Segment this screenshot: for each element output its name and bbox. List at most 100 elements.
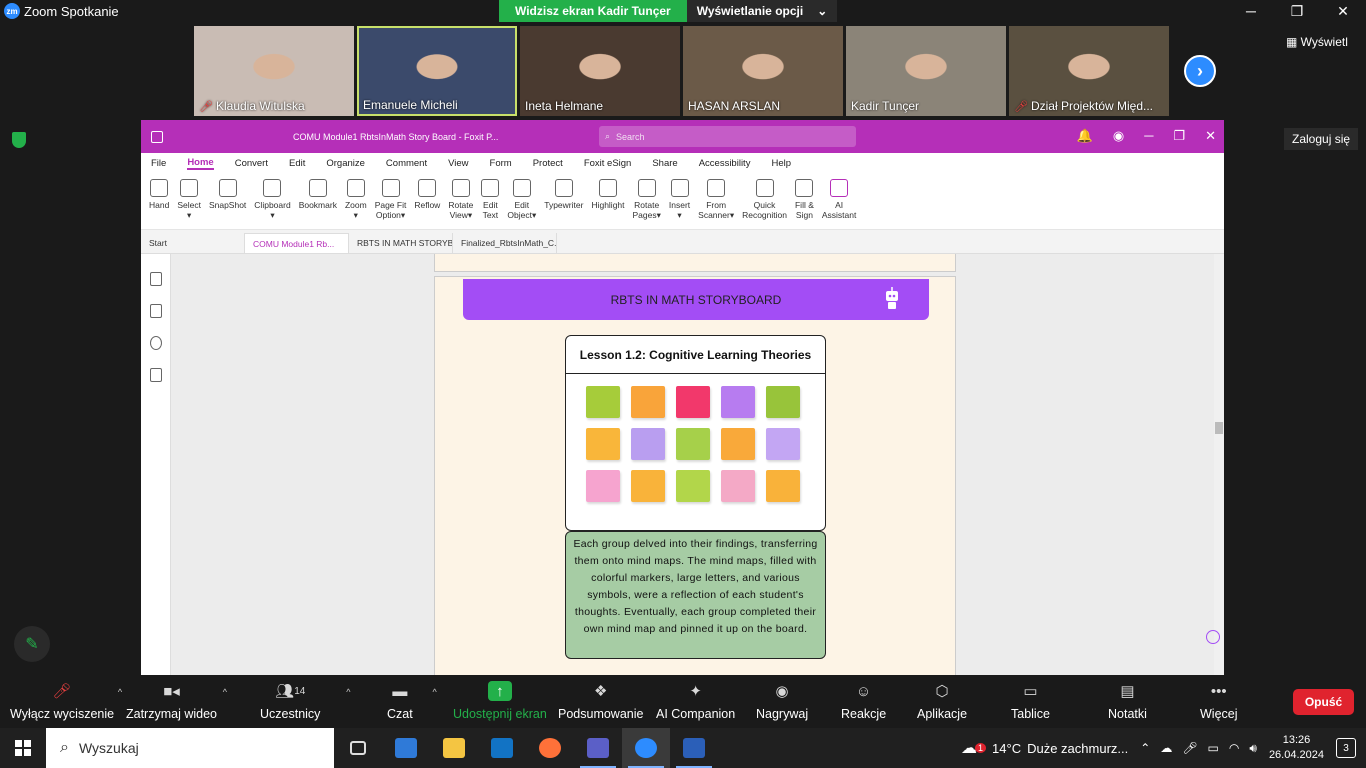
minimize-button[interactable]: ─ xyxy=(1144,128,1153,144)
tool-highlight[interactable]: Highlight xyxy=(591,173,625,210)
bell-icon[interactable]: 🔔 xyxy=(1077,128,1093,144)
document-tab[interactable]: Start xyxy=(141,233,245,253)
account-icon[interactable]: ◉ xyxy=(1113,128,1124,144)
view-options-button[interactable]: Wyświetlanie opcji ⌄ xyxy=(686,0,838,22)
weather-widget[interactable]: ☁ 1 14°C Duże zachmurz... xyxy=(961,738,1128,758)
bookmark-icon[interactable] xyxy=(150,272,162,286)
document-area[interactable]: RBTS IN MATH STORYBOARD Lesson 1.2: Cogn… xyxy=(141,254,1224,675)
unmute-button[interactable]: 🎤︎ Wyłącz wyciszenie ^ xyxy=(10,681,122,721)
tool-ai-assistant[interactable]: AI Assistant xyxy=(822,173,856,220)
ai-companion-button[interactable]: ✦ AI Companion xyxy=(656,681,735,721)
menu-item-organize[interactable]: Organize xyxy=(326,158,365,169)
menu-item-view[interactable]: View xyxy=(448,158,468,169)
stop-video-button[interactable]: ■◂ Zatrzymaj wideo ^ xyxy=(126,681,227,721)
attachment-icon[interactable] xyxy=(150,368,162,382)
caret-up-icon[interactable]: ^ xyxy=(346,687,350,697)
mic-icon[interactable]: 🎤︎ xyxy=(1182,741,1197,755)
login-button[interactable]: Zaloguj się xyxy=(1284,128,1359,150)
file-explorer-icon[interactable] xyxy=(430,728,478,768)
participant-tile[interactable]: 🎤︎ Klaudia Witulska xyxy=(194,26,354,116)
tool-from-scanner[interactable]: From Scanner▾ xyxy=(698,173,734,221)
caret-up-icon[interactable]: ^ xyxy=(223,687,227,697)
outlook-icon[interactable] xyxy=(478,728,526,768)
clock[interactable]: 13:26 26.04.2024 xyxy=(1269,733,1324,763)
task-view-icon[interactable] xyxy=(334,728,382,768)
close-button[interactable]: ✕ xyxy=(1320,0,1366,22)
tool-edit-object[interactable]: Edit Object▾ xyxy=(507,173,536,221)
tool-rotate-pages[interactable]: Rotate Pages▾ xyxy=(633,173,661,221)
annotate-pen-button[interactable]: ✎ xyxy=(14,626,50,662)
tool-bookmark[interactable]: Bookmark xyxy=(299,173,337,210)
word-icon[interactable] xyxy=(670,728,718,768)
participant-tile[interactable]: Ineta Helmane xyxy=(520,26,680,116)
close-button[interactable]: ✕ xyxy=(1205,128,1216,144)
restore-button[interactable]: ❐ xyxy=(1274,0,1320,22)
menu-item-accessibility[interactable]: Accessibility xyxy=(699,158,751,169)
store-icon[interactable] xyxy=(382,728,430,768)
shield-icon[interactable] xyxy=(12,132,26,148)
share-screen-button[interactable]: ↑ Udostępnij ekran xyxy=(453,681,547,721)
tool-snapshot[interactable]: SnapShot xyxy=(209,173,246,210)
volume-icon[interactable]: 🔊︎ xyxy=(1249,741,1257,756)
leave-button[interactable]: Opuść xyxy=(1293,689,1354,715)
search-input[interactable]: ⌕ Search xyxy=(599,126,856,147)
menu-item-edit[interactable]: Edit xyxy=(289,158,305,169)
battery-icon[interactable]: ▭ xyxy=(1208,741,1219,755)
caret-up-icon[interactable]: ^ xyxy=(432,687,436,697)
scroll-thumb[interactable] xyxy=(1215,422,1223,434)
chevron-up-icon[interactable]: ⌃ xyxy=(1140,741,1150,755)
vertical-scrollbar[interactable] xyxy=(1214,254,1224,675)
participants-button[interactable]: 👥︎ 14 Uczestnicy ^ xyxy=(260,681,350,721)
reactions-button[interactable]: ☺ Reakcje xyxy=(841,681,886,722)
tool-select[interactable]: Select ▾ xyxy=(177,173,201,221)
pages-icon[interactable] xyxy=(150,304,162,318)
participant-tile[interactable]: Emanuele Micheli xyxy=(357,26,517,116)
tool-zoom[interactable]: Zoom ▾ xyxy=(345,173,367,221)
tool-insert[interactable]: Insert ▾ xyxy=(669,173,690,221)
menu-item-foxit-esign[interactable]: Foxit eSign xyxy=(584,158,632,169)
participant-tile[interactable]: HASAN ARSLAN xyxy=(683,26,843,116)
notifications-icon[interactable]: 3 xyxy=(1336,738,1356,758)
menu-item-home[interactable]: Home xyxy=(187,157,214,170)
ai-assistant-float-icon[interactable] xyxy=(1206,630,1220,644)
record-button[interactable]: ◉ Nagrywaj xyxy=(756,681,808,721)
teams-icon[interactable] xyxy=(574,728,622,768)
document-tab[interactable]: Finalized_RbtsInMath_C... xyxy=(453,233,557,253)
whiteboards-button[interactable]: ▭ Tablice xyxy=(1011,681,1050,721)
tool-typewriter[interactable]: Typewriter xyxy=(544,173,583,210)
menu-item-protect[interactable]: Protect xyxy=(533,158,563,169)
tool-quick-recognition[interactable]: Quick Recognition xyxy=(742,173,787,220)
document-tab[interactable]: RBTS IN MATH STORYB... xyxy=(349,233,453,253)
participant-tile[interactable]: Kadir Tunçer xyxy=(846,26,1006,116)
tool-fill-sign[interactable]: Fill & Sign xyxy=(795,173,814,220)
menu-item-file[interactable]: File xyxy=(151,158,166,169)
comments-icon[interactable] xyxy=(150,336,162,350)
tool-reflow[interactable]: Reflow xyxy=(414,173,440,210)
menu-item-convert[interactable]: Convert xyxy=(235,158,268,169)
menu-item-help[interactable]: Help xyxy=(771,158,791,169)
tool-edit-text[interactable]: Edit Text xyxy=(481,173,500,220)
tool-hand[interactable]: Hand xyxy=(149,173,169,210)
notes-button[interactable]: ▤ Notatki xyxy=(1108,681,1147,721)
document-tab[interactable]: COMU Module1 Rb... xyxy=(245,233,349,253)
onedrive-icon[interactable]: ☁ xyxy=(1160,741,1172,755)
tool-page-fit-option[interactable]: Page Fit Option▾ xyxy=(375,173,406,221)
tool-rotate-view[interactable]: Rotate View▾ xyxy=(448,173,473,221)
wifi-icon[interactable]: ◠ xyxy=(1229,741,1239,755)
caret-up-icon[interactable]: ^ xyxy=(118,687,122,697)
summary-button[interactable]: ❖ Podsumowanie xyxy=(558,681,643,721)
apps-button[interactable]: ⬡ Aplikacje xyxy=(917,681,967,721)
restore-button[interactable]: ❐ xyxy=(1173,128,1185,144)
view-button[interactable]: ▦ Wyświetl xyxy=(1286,35,1348,49)
next-page-button[interactable]: › xyxy=(1184,55,1216,87)
tool-clipboard[interactable]: Clipboard ▾ xyxy=(254,173,291,221)
taskbar-search[interactable]: ⌕ Wyszukaj xyxy=(46,728,334,768)
zoom-taskbar-icon[interactable] xyxy=(622,728,670,768)
start-button[interactable] xyxy=(0,728,46,768)
more-button[interactable]: ••• Więcej xyxy=(1200,681,1238,722)
firefox-icon[interactable] xyxy=(526,728,574,768)
menu-item-comment[interactable]: Comment xyxy=(386,158,427,169)
menu-item-share[interactable]: Share xyxy=(652,158,677,169)
minimize-button[interactable]: ─ xyxy=(1228,0,1274,22)
participant-tile[interactable]: 🎤︎ Dział Projektów Międ... xyxy=(1009,26,1169,116)
